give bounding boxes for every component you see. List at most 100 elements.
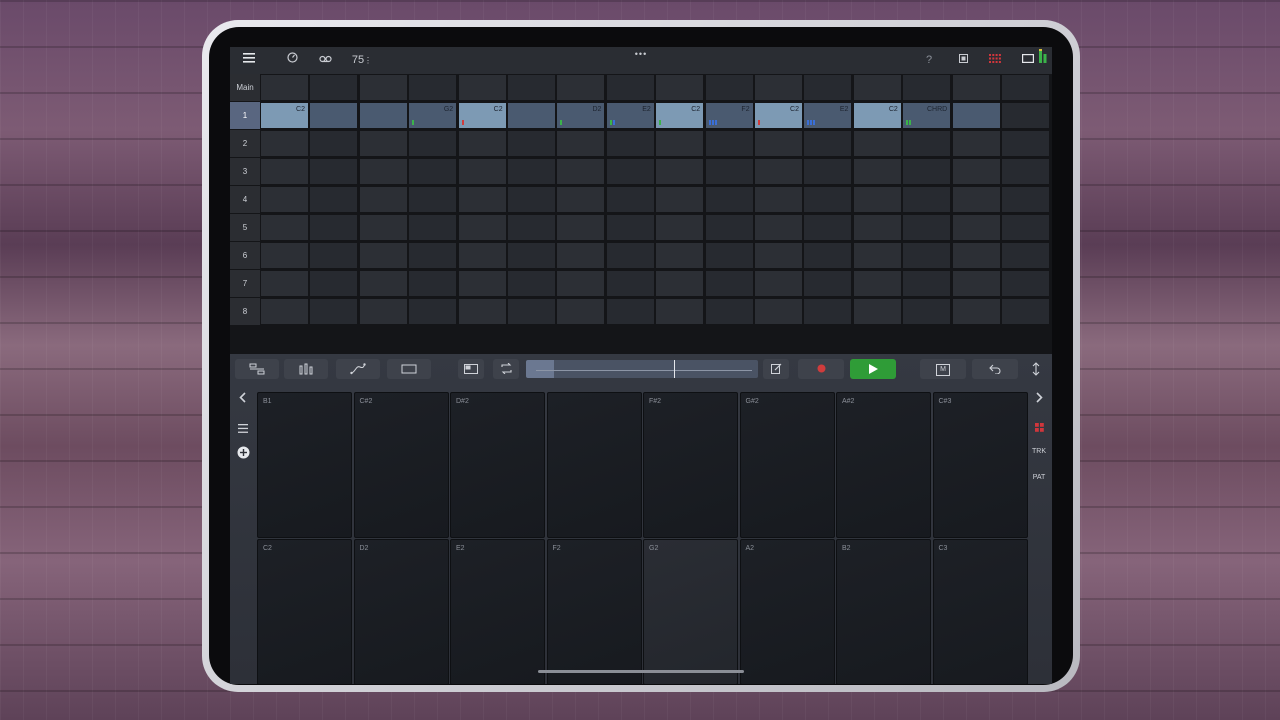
clip-cell[interactable] [261, 271, 308, 296]
clip-cell[interactable] [804, 299, 852, 324]
clip-cell[interactable] [952, 131, 1000, 156]
clip-cell[interactable] [1002, 187, 1049, 212]
header-cell[interactable] [1002, 75, 1049, 100]
drag-handle[interactable]: ••• [626, 47, 656, 74]
chevron-left-icon[interactable] [230, 392, 256, 406]
clip-cell[interactable] [359, 299, 407, 324]
clip-cell[interactable] [261, 187, 308, 212]
clip-cell[interactable] [310, 131, 358, 156]
clip-cell[interactable] [952, 299, 1000, 324]
clip-cell[interactable] [903, 299, 951, 324]
header-cell[interactable] [755, 75, 802, 100]
clip-cell[interactable] [656, 299, 704, 324]
clip-cell[interactable] [903, 131, 951, 156]
clip-cell[interactable]: D2 [557, 103, 605, 128]
clip-cell[interactable] [606, 159, 654, 184]
row-number[interactable]: 8 [230, 298, 260, 325]
clip-cell[interactable] [508, 243, 555, 268]
window-icon[interactable] [1019, 47, 1037, 74]
clip-cell[interactable] [705, 271, 753, 296]
clip-cell[interactable] [755, 243, 802, 268]
clip-cell[interactable] [705, 159, 753, 184]
note-pad[interactable]: C2 [257, 539, 352, 684]
clip-cell[interactable]: C2 [458, 103, 506, 128]
clip-cell[interactable]: CHRD [903, 103, 951, 128]
note-pad[interactable]: F2 [546, 539, 642, 684]
loop-button[interactable] [493, 359, 519, 379]
clip-cell[interactable] [261, 159, 308, 184]
note-pad[interactable]: E2 [450, 539, 545, 684]
clip-cell[interactable] [557, 299, 605, 324]
clip-cell[interactable] [952, 187, 1000, 212]
clip-cell[interactable] [261, 131, 308, 156]
stop-icon[interactable] [954, 47, 972, 74]
clip-cell[interactable] [656, 215, 704, 240]
clip-cell[interactable] [606, 243, 654, 268]
hamburger-icon[interactable] [240, 47, 258, 74]
row-number[interactable]: 1 [230, 102, 260, 129]
clip-cell[interactable] [557, 159, 605, 184]
clip-cell[interactable] [903, 159, 951, 184]
header-cell[interactable] [557, 75, 605, 100]
record-button[interactable] [798, 359, 844, 379]
grid-icon[interactable] [986, 47, 1004, 74]
clip-cell[interactable] [458, 159, 506, 184]
header-cell[interactable] [656, 75, 704, 100]
clip-cell[interactable] [952, 215, 1000, 240]
row-number[interactable]: 3 [230, 158, 260, 185]
note-pad[interactable]: D2 [353, 539, 449, 684]
clip-cell[interactable] [656, 159, 704, 184]
play-button[interactable] [850, 359, 896, 379]
trk-button[interactable]: TRK [1026, 448, 1052, 455]
clip-cell[interactable] [755, 159, 802, 184]
clip-cell[interactable] [656, 131, 704, 156]
sequencer-button[interactable] [235, 359, 279, 379]
header-cell[interactable] [804, 75, 852, 100]
clip-cell[interactable] [458, 271, 506, 296]
note-pad[interactable]: F#2 [643, 392, 738, 538]
clip-cell[interactable] [359, 131, 407, 156]
clip-cell[interactable] [508, 131, 555, 156]
clip-cell[interactable] [804, 187, 852, 212]
help-button[interactable]: ? [920, 47, 938, 74]
pad-grid-icon[interactable] [1026, 421, 1052, 435]
clip-cell[interactable] [508, 271, 555, 296]
clip-cell[interactable] [310, 159, 358, 184]
header-cell[interactable] [409, 75, 457, 100]
clip-cell[interactable] [903, 215, 951, 240]
row-number[interactable]: 2 [230, 130, 260, 157]
clip-cell[interactable] [606, 299, 654, 324]
clip-cell[interactable] [853, 299, 901, 324]
clip-cell[interactable] [359, 243, 407, 268]
note-pad[interactable]: B2 [836, 539, 931, 684]
clip-cell[interactable] [1002, 243, 1049, 268]
main-header[interactable]: Main [230, 74, 260, 101]
clip-cell[interactable] [853, 271, 901, 296]
clip-cell[interactable] [705, 215, 753, 240]
row-number[interactable]: 7 [230, 270, 260, 297]
clip-cell[interactable] [409, 299, 457, 324]
clip-cell[interactable] [853, 215, 901, 240]
clip-cell[interactable] [606, 271, 654, 296]
clip-cell[interactable] [508, 103, 555, 128]
clip-cell[interactable]: E2 [804, 103, 852, 128]
clip-cell[interactable] [656, 271, 704, 296]
metronome-icon[interactable] [283, 47, 301, 74]
clip-cell[interactable]: C2 [656, 103, 704, 128]
split-view-button[interactable] [458, 359, 484, 379]
clip-cell[interactable] [409, 131, 457, 156]
note-pad[interactable]: C#2 [353, 392, 449, 538]
note-pad[interactable]: G2 [643, 539, 738, 684]
clip-cell[interactable] [310, 103, 358, 128]
bars-button[interactable] [284, 359, 328, 379]
clip-cell[interactable] [804, 243, 852, 268]
clip-cell[interactable] [952, 103, 1000, 128]
note-pad[interactable]: B1 [257, 392, 352, 538]
home-indicator[interactable] [538, 670, 744, 673]
clip-cell[interactable] [755, 271, 802, 296]
clip-cell[interactable] [656, 243, 704, 268]
tempo-menu-dots[interactable]: ⋮ [364, 47, 372, 74]
row-number[interactable]: 5 [230, 214, 260, 241]
clip-cell[interactable] [359, 159, 407, 184]
clip-cell[interactable] [310, 299, 358, 324]
